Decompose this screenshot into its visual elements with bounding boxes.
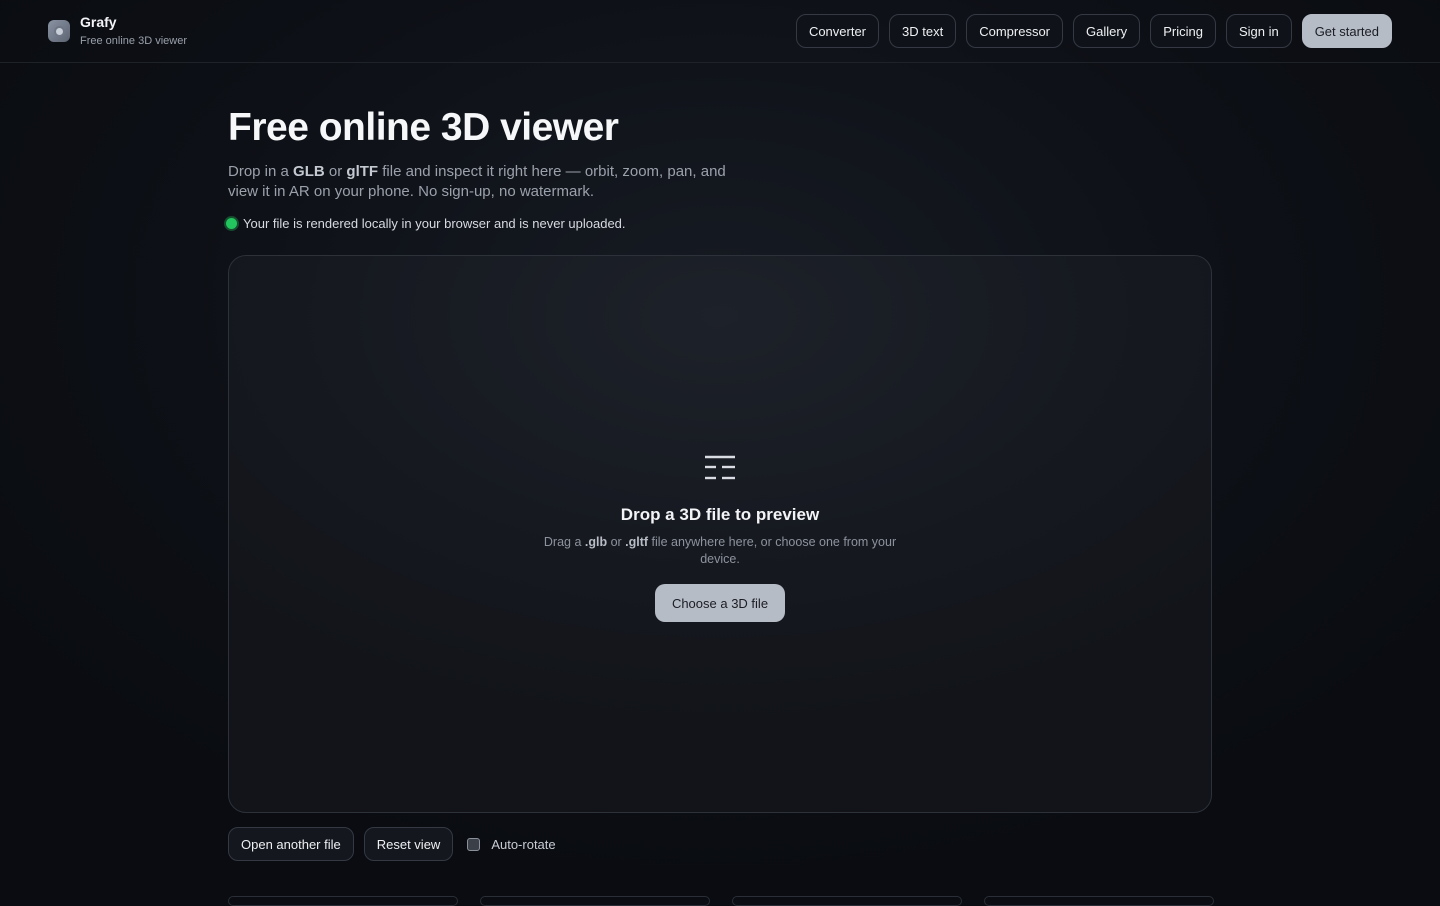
- nav-3d-text[interactable]: 3D text: [889, 14, 957, 48]
- desc-gltf: glTF: [346, 163, 379, 180]
- dropzone-subtitle: Drag a .glb or .gltf file anywhere here,…: [530, 534, 910, 568]
- top-nav: Converter 3D text Compressor Gallery Pri…: [795, 14, 1392, 48]
- nav-compressor[interactable]: Compressor: [966, 14, 1063, 48]
- reset-view-button[interactable]: Reset view: [363, 827, 454, 861]
- nav-converter[interactable]: Converter: [795, 14, 880, 48]
- nav-sign-in[interactable]: Sign in: [1225, 14, 1292, 48]
- feature-card: [732, 896, 962, 906]
- page-description: Drop in a GLB or glTF file and inspect i…: [228, 162, 748, 202]
- choose-file-button[interactable]: Choose a 3D file: [654, 584, 786, 622]
- page-title: Free online 3D viewer: [228, 106, 619, 149]
- dz-sub-text-2: or: [607, 535, 626, 549]
- dz-sub-gltf: .gltf: [625, 535, 649, 549]
- feature-card: [228, 896, 458, 906]
- list-lines-icon: [705, 455, 735, 480]
- logo-icon: [48, 20, 70, 42]
- dz-sub-glb: .glb: [584, 535, 608, 549]
- desc-text-2: or: [324, 163, 347, 180]
- open-another-file-button[interactable]: Open another file: [228, 827, 354, 861]
- dz-sub-text-1: Drag a: [543, 535, 585, 549]
- auto-rotate-toggle[interactable]: Auto-rotate: [467, 836, 556, 852]
- auto-rotate-checkbox[interactable]: [467, 837, 481, 851]
- site-header: Grafy Free online 3D viewer Converter 3D…: [0, 0, 1440, 63]
- brand[interactable]: Grafy Free online 3D viewer: [48, 14, 187, 48]
- get-started-button[interactable]: Get started: [1301, 14, 1392, 48]
- desc-glb: GLB: [293, 163, 325, 180]
- file-dropzone[interactable]: Drop a 3D file to preview Drag a .glb or…: [228, 255, 1212, 813]
- nav-gallery[interactable]: Gallery: [1073, 14, 1141, 48]
- dropzone-title: Drop a 3D file to preview: [620, 505, 820, 524]
- nav-pricing[interactable]: Pricing: [1150, 14, 1216, 48]
- privacy-note-text: Your file is rendered locally in your br…: [243, 216, 626, 231]
- auto-rotate-label: Auto-rotate: [491, 836, 556, 852]
- desc-text-1: Drop in a: [228, 163, 294, 180]
- feature-card: [480, 896, 710, 906]
- brand-name: Grafy: [80, 14, 117, 30]
- viewer-controls: Open another file Reset view Auto-rotate: [228, 827, 556, 861]
- dz-sub-text-3: file anywhere here, or choose one from y…: [648, 535, 897, 566]
- privacy-note: Your file is rendered locally in your br…: [226, 216, 626, 231]
- status-dot-icon: [226, 218, 237, 229]
- feature-card: [984, 896, 1214, 906]
- brand-subtitle: Free online 3D viewer: [80, 35, 187, 47]
